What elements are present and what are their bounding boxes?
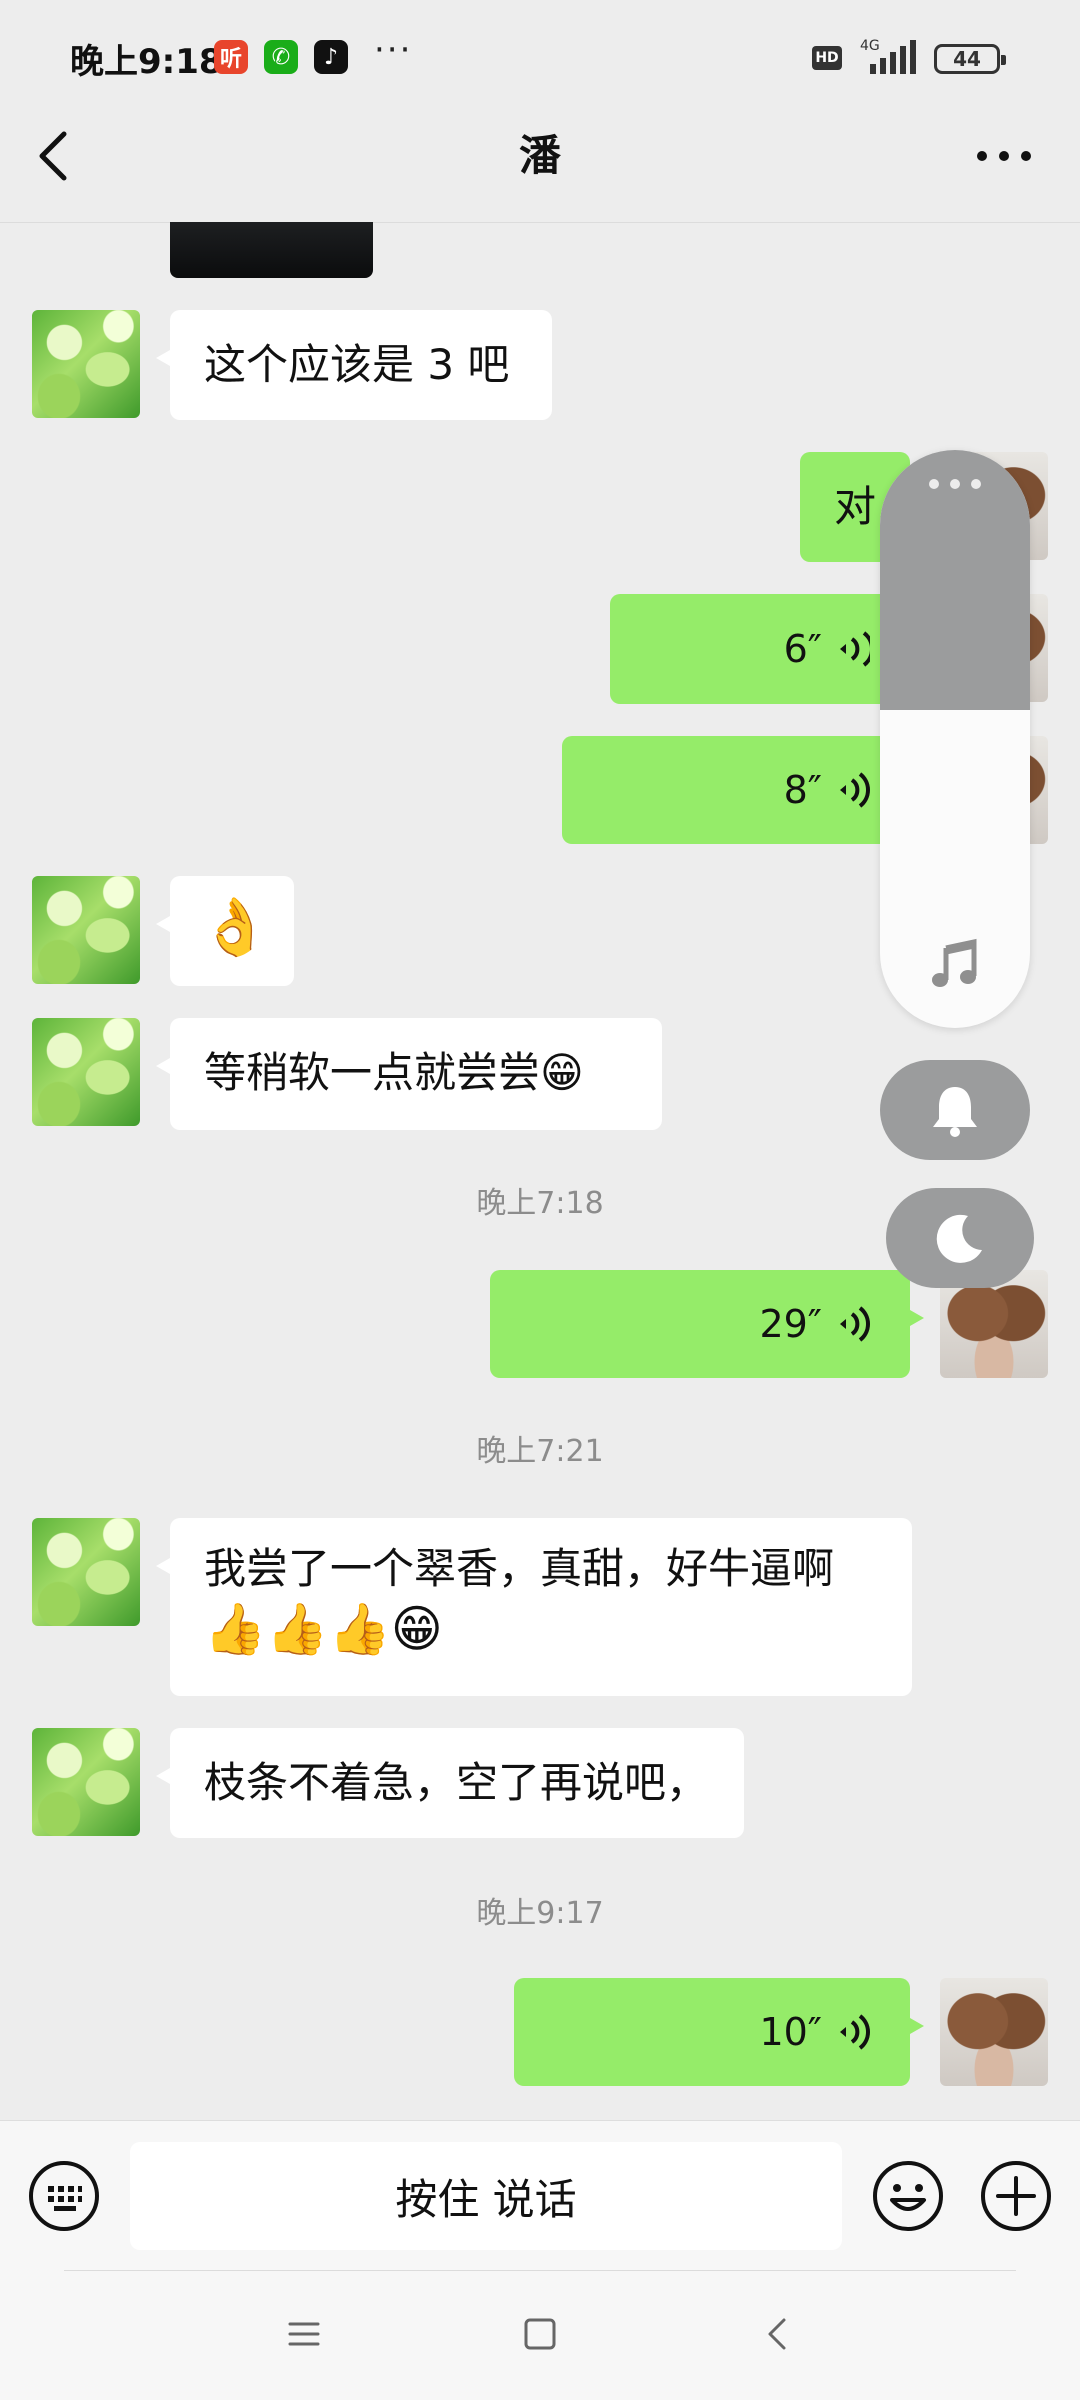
douyin-app-icon: ♪ [314,40,348,74]
voice-duration: 6″ [783,627,822,671]
message-bubble[interactable]: 等稍软一点就尝尝😁 [156,1018,662,1130]
ringer-toggle-button[interactable] [880,1060,1030,1160]
image-message-thumbnail[interactable] [170,222,373,278]
message-emoji: 👍👍👍😁 [204,1600,443,1658]
dnd-toggle-button[interactable] [886,1188,1034,1288]
volume-slider[interactable] [880,450,1030,1028]
music-note-icon [932,938,977,987]
contact-avatar[interactable] [32,876,140,984]
voice-duration: 8″ [783,768,822,812]
hd-indicator: HD [812,46,842,70]
message-text: 对 [834,482,877,531]
menu-icon[interactable] [286,2316,322,2352]
ximalaya-app-icon: 听 [214,40,248,74]
message-emoji: 👌 [200,895,270,960]
message-bubble[interactable]: 👌 [156,876,294,986]
message-bubble[interactable]: 这个应该是 3 吧 [156,310,552,420]
home-icon[interactable] [522,2316,558,2352]
voice-duration: 29″ [759,1302,822,1346]
voice-duration: 10″ [759,2010,822,2054]
message-bubble[interactable]: 枝条不着急，空了再说吧， [156,1728,744,1838]
contact-avatar[interactable] [32,1018,140,1126]
status-time: 晚上9:18 [70,42,223,82]
voice-message-bubble[interactable]: 29″ [490,1270,924,1378]
divider [64,2270,1016,2271]
my-avatar[interactable] [940,1978,1048,2086]
emoji-icon[interactable] [872,2160,944,2232]
voice-wave-icon [840,631,870,667]
message-bubble[interactable]: 我尝了一个翠香，真甜，好牛逼啊 👍👍👍😁 [156,1518,912,1696]
chat-title: 潘 [518,131,561,180]
keyboard-icon[interactable] [28,2160,100,2232]
back-icon[interactable] [760,2314,796,2354]
contact-avatar[interactable] [32,1518,140,1626]
message-timestamp: 晚上9:17 [476,1896,604,1931]
signal-icon [870,40,916,74]
battery-icon: 44 [934,44,1006,74]
message-text: 枝条不着急，空了再说吧， [204,1758,709,1807]
voice-message-bubble[interactable]: 10″ [514,1978,924,2086]
voice-wave-icon [840,772,870,808]
bell-icon [933,1087,977,1137]
voice-wave-icon [840,2014,870,2050]
message-text: 这个应该是 3 吧 [204,340,510,389]
wechat-app-icon: ✆ [264,40,298,74]
moon-icon [936,1214,982,1263]
more-options-icon[interactable] [974,138,1034,174]
contact-avatar[interactable] [32,310,140,418]
volume-more-icon[interactable] [928,478,982,490]
voice-message-bubble[interactable]: 6″ [610,594,910,704]
more-notifications-icon: ··· [374,30,413,70]
hold-to-talk-button[interactable]: 按住 说话 [130,2142,842,2250]
voice-wave-icon [840,1306,870,1342]
message-text: 我尝了一个翠香，真甜，好牛逼啊 [204,1544,835,1593]
message-timestamp: 晚上7:21 [476,1434,604,1469]
plus-icon[interactable] [980,2160,1052,2232]
contact-avatar[interactable] [32,1728,140,1836]
voice-message-bubble[interactable]: 8″ [562,736,910,844]
message-text: 等稍软一点就尝尝😁 [204,1048,584,1097]
